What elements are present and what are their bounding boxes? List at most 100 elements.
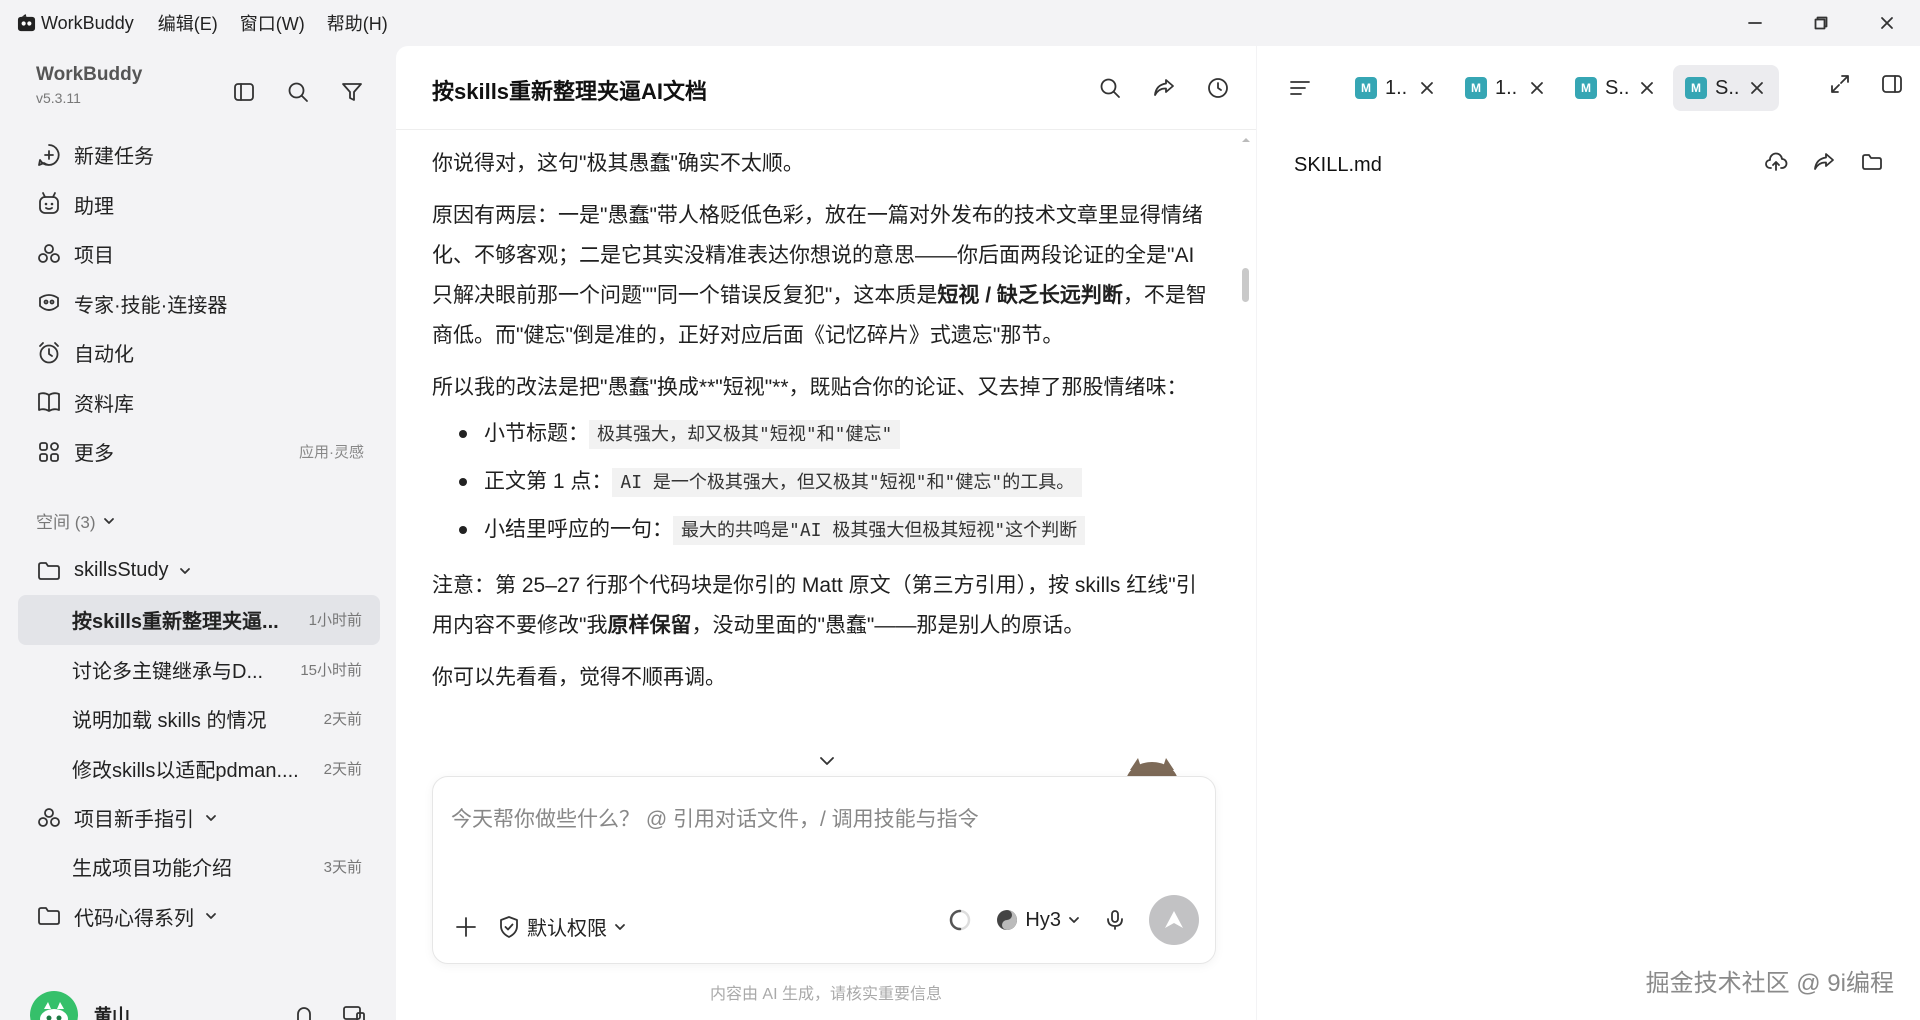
avatar[interactable] [30, 991, 78, 1020]
inline-code: AI 是一个极其强大，但又极其"短视"和"健忘"的工具。 [612, 468, 1083, 497]
task-time: 2天前 [323, 711, 362, 729]
file-tabs: M 1.. M 1.. M S.. M S.. [1343, 65, 1779, 111]
restore-button[interactable] [1788, 0, 1854, 46]
file-tab[interactable]: M 1.. [1453, 65, 1559, 111]
list-item: 小结里呼应的一句： 最大的共鸣是"AI 极其强大但极其短视"这个判断 [432, 506, 1212, 554]
tab-label: S.. [1605, 76, 1630, 99]
sidebar-header: WorkBuddy v5.3.11 [36, 64, 142, 106]
markdown-file-icon: M [1465, 77, 1487, 99]
menu-window[interactable]: 窗口(W) [236, 6, 309, 40]
scrollbar-thumb[interactable] [1242, 268, 1249, 302]
task-item[interactable]: 讨论多主键继承与D... 15小时前 [18, 645, 380, 695]
new-task-icon [38, 143, 60, 166]
permission-selector[interactable]: 默认权限 [497, 912, 627, 941]
send-button[interactable] [1149, 895, 1199, 945]
input-right-tools: Hy3 [947, 895, 1199, 945]
window-controls [1722, 0, 1920, 46]
nav-more[interactable]: 更多 应用·灵感 [18, 427, 380, 477]
minimize-button[interactable] [1722, 0, 1788, 46]
chat-search-button[interactable] [1094, 72, 1126, 104]
file-tab[interactable]: M 1.. [1343, 65, 1449, 111]
nav-automation[interactable]: 自动化 [18, 328, 380, 378]
user-bar: 黄山 [0, 964, 396, 1020]
tab-label: S.. [1715, 76, 1740, 99]
list-item: 正文第 1 点： AI 是一个极其强大，但又极其"短视"和"健忘"的工具。 [432, 458, 1212, 506]
share-icon[interactable] [1812, 150, 1836, 174]
history-button[interactable] [1202, 72, 1234, 104]
microphone-icon[interactable] [1103, 908, 1127, 932]
chat-input-box[interactable]: 今天帮你做些什么？ @ 引用对话文件，/ 调用技能与指令 默认权限 Hy3 [432, 776, 1216, 964]
filter-button[interactable] [336, 76, 368, 108]
assistant-message: 你说得对，这句"极其愚蠢"确实不太顺。 原因有两层：一是"愚蠢"带人格贬低色彩，… [432, 144, 1212, 824]
tree-fade [0, 944, 396, 964]
nav-library[interactable]: 资料库 [18, 378, 380, 428]
nav-assistant[interactable]: 助理 [18, 180, 380, 230]
nav-label: 项目 [74, 245, 114, 268]
folder-icon [38, 907, 60, 925]
nav-expert-skills[interactable]: 专家·技能·连接器 [18, 279, 380, 329]
task-name: 生成项目功能介绍 [72, 858, 232, 881]
app-logo-icon [17, 13, 36, 31]
model-selector[interactable]: Hy3 [995, 908, 1081, 932]
scroll-to-bottom-button[interactable] [812, 746, 842, 776]
chevron-down-icon [103, 517, 114, 524]
menu-help[interactable]: 帮助(H) [323, 6, 392, 40]
nav-new-task[interactable]: 新建任务 [18, 130, 380, 180]
close-icon[interactable] [1419, 80, 1435, 96]
sidebar-app-title: WorkBuddy [36, 64, 143, 85]
outline-button[interactable] [1287, 75, 1319, 101]
nav-label: 专家·技能·连接器 [74, 294, 228, 317]
close-icon[interactable] [1639, 80, 1655, 96]
folder-onboarding[interactable]: 项目新手指引 [18, 793, 380, 842]
space-header[interactable]: 空间 (3) [36, 508, 116, 533]
close-icon[interactable] [1749, 80, 1765, 96]
message-paragraph: 你说得对，这句"极其愚蠢"确实不太顺。 [432, 152, 804, 175]
share-button[interactable] [1148, 72, 1180, 104]
menu-edit[interactable]: 编辑(E) [154, 6, 222, 40]
devices-icon[interactable] [342, 1003, 366, 1020]
mascot-avatar-icon [40, 1002, 68, 1020]
task-item-active[interactable]: 按skills重新整理夹逼... 1小时前 [18, 595, 380, 645]
preview-panel: M 1.. M 1.. M S.. M S.. SKILL.md 掘金技术社区 … [1257, 46, 1920, 1020]
task-time: 15小时前 [300, 661, 362, 679]
nav-label: 新建任务 [74, 146, 154, 169]
expand-icon[interactable] [1828, 72, 1852, 96]
search-icon [288, 82, 308, 102]
folder-skillsstudy[interactable]: skillsStudy [18, 546, 380, 595]
close-window-button[interactable] [1854, 0, 1920, 46]
outline-list-icon [1290, 81, 1310, 95]
chat-input-placeholder[interactable]: 今天帮你做些什么？ @ 引用对话文件，/ 调用技能与指令 [451, 803, 979, 833]
alarm-clock-icon [39, 341, 59, 364]
folder-code-notes[interactable]: 代码心得系列 [18, 892, 380, 941]
folder-label: 项目新手指引 [74, 809, 194, 831]
folder-label: skillsStudy [74, 559, 169, 581]
message-paragraph: 注意：第 25–27 行那个代码块是你引的 Matt 原文（第三方引用），按 s… [432, 566, 1212, 646]
scroll-up-icon[interactable] [1242, 136, 1250, 144]
task-item[interactable]: 生成项目功能介绍 3天前 [18, 842, 380, 892]
markdown-file-icon: M [1575, 77, 1597, 99]
message-bold: 原样保留 [607, 614, 692, 637]
tab-label: 1.. [1385, 76, 1408, 99]
loading-spinner-icon [950, 909, 971, 931]
book-icon [38, 392, 60, 413]
bell-icon[interactable] [292, 1003, 316, 1020]
list-label: 正文第 1 点： [484, 470, 613, 493]
folder-icon[interactable] [1860, 150, 1884, 174]
message-text: ，没动里面的"愚蠢"——那是别人的原话。 [691, 614, 1085, 637]
add-icon[interactable] [453, 914, 479, 940]
search-button[interactable] [282, 76, 314, 108]
file-tab-active[interactable]: M S.. [1673, 65, 1779, 111]
panel-right-icon[interactable] [1880, 72, 1904, 96]
toggle-sidebar-button[interactable] [228, 76, 260, 108]
share-icon [1154, 79, 1174, 96]
task-item[interactable]: 修改skills以适配pdman.... 2天前 [18, 744, 380, 794]
nav-project[interactable]: 项目 [18, 229, 380, 279]
task-item[interactable]: 说明加载 skills 的情况 2天前 [18, 694, 380, 744]
message-bold: 短视 / 缺乏长远判断 [937, 284, 1123, 307]
task-name: 修改skills以适配pdman.... [72, 759, 299, 782]
list-label: 小结里呼应的一句： [484, 518, 673, 541]
file-name: SKILL.md [1294, 154, 1382, 176]
file-tab[interactable]: M S.. [1563, 65, 1669, 111]
close-icon[interactable] [1529, 80, 1545, 96]
upload-cloud-icon[interactable] [1764, 150, 1788, 174]
